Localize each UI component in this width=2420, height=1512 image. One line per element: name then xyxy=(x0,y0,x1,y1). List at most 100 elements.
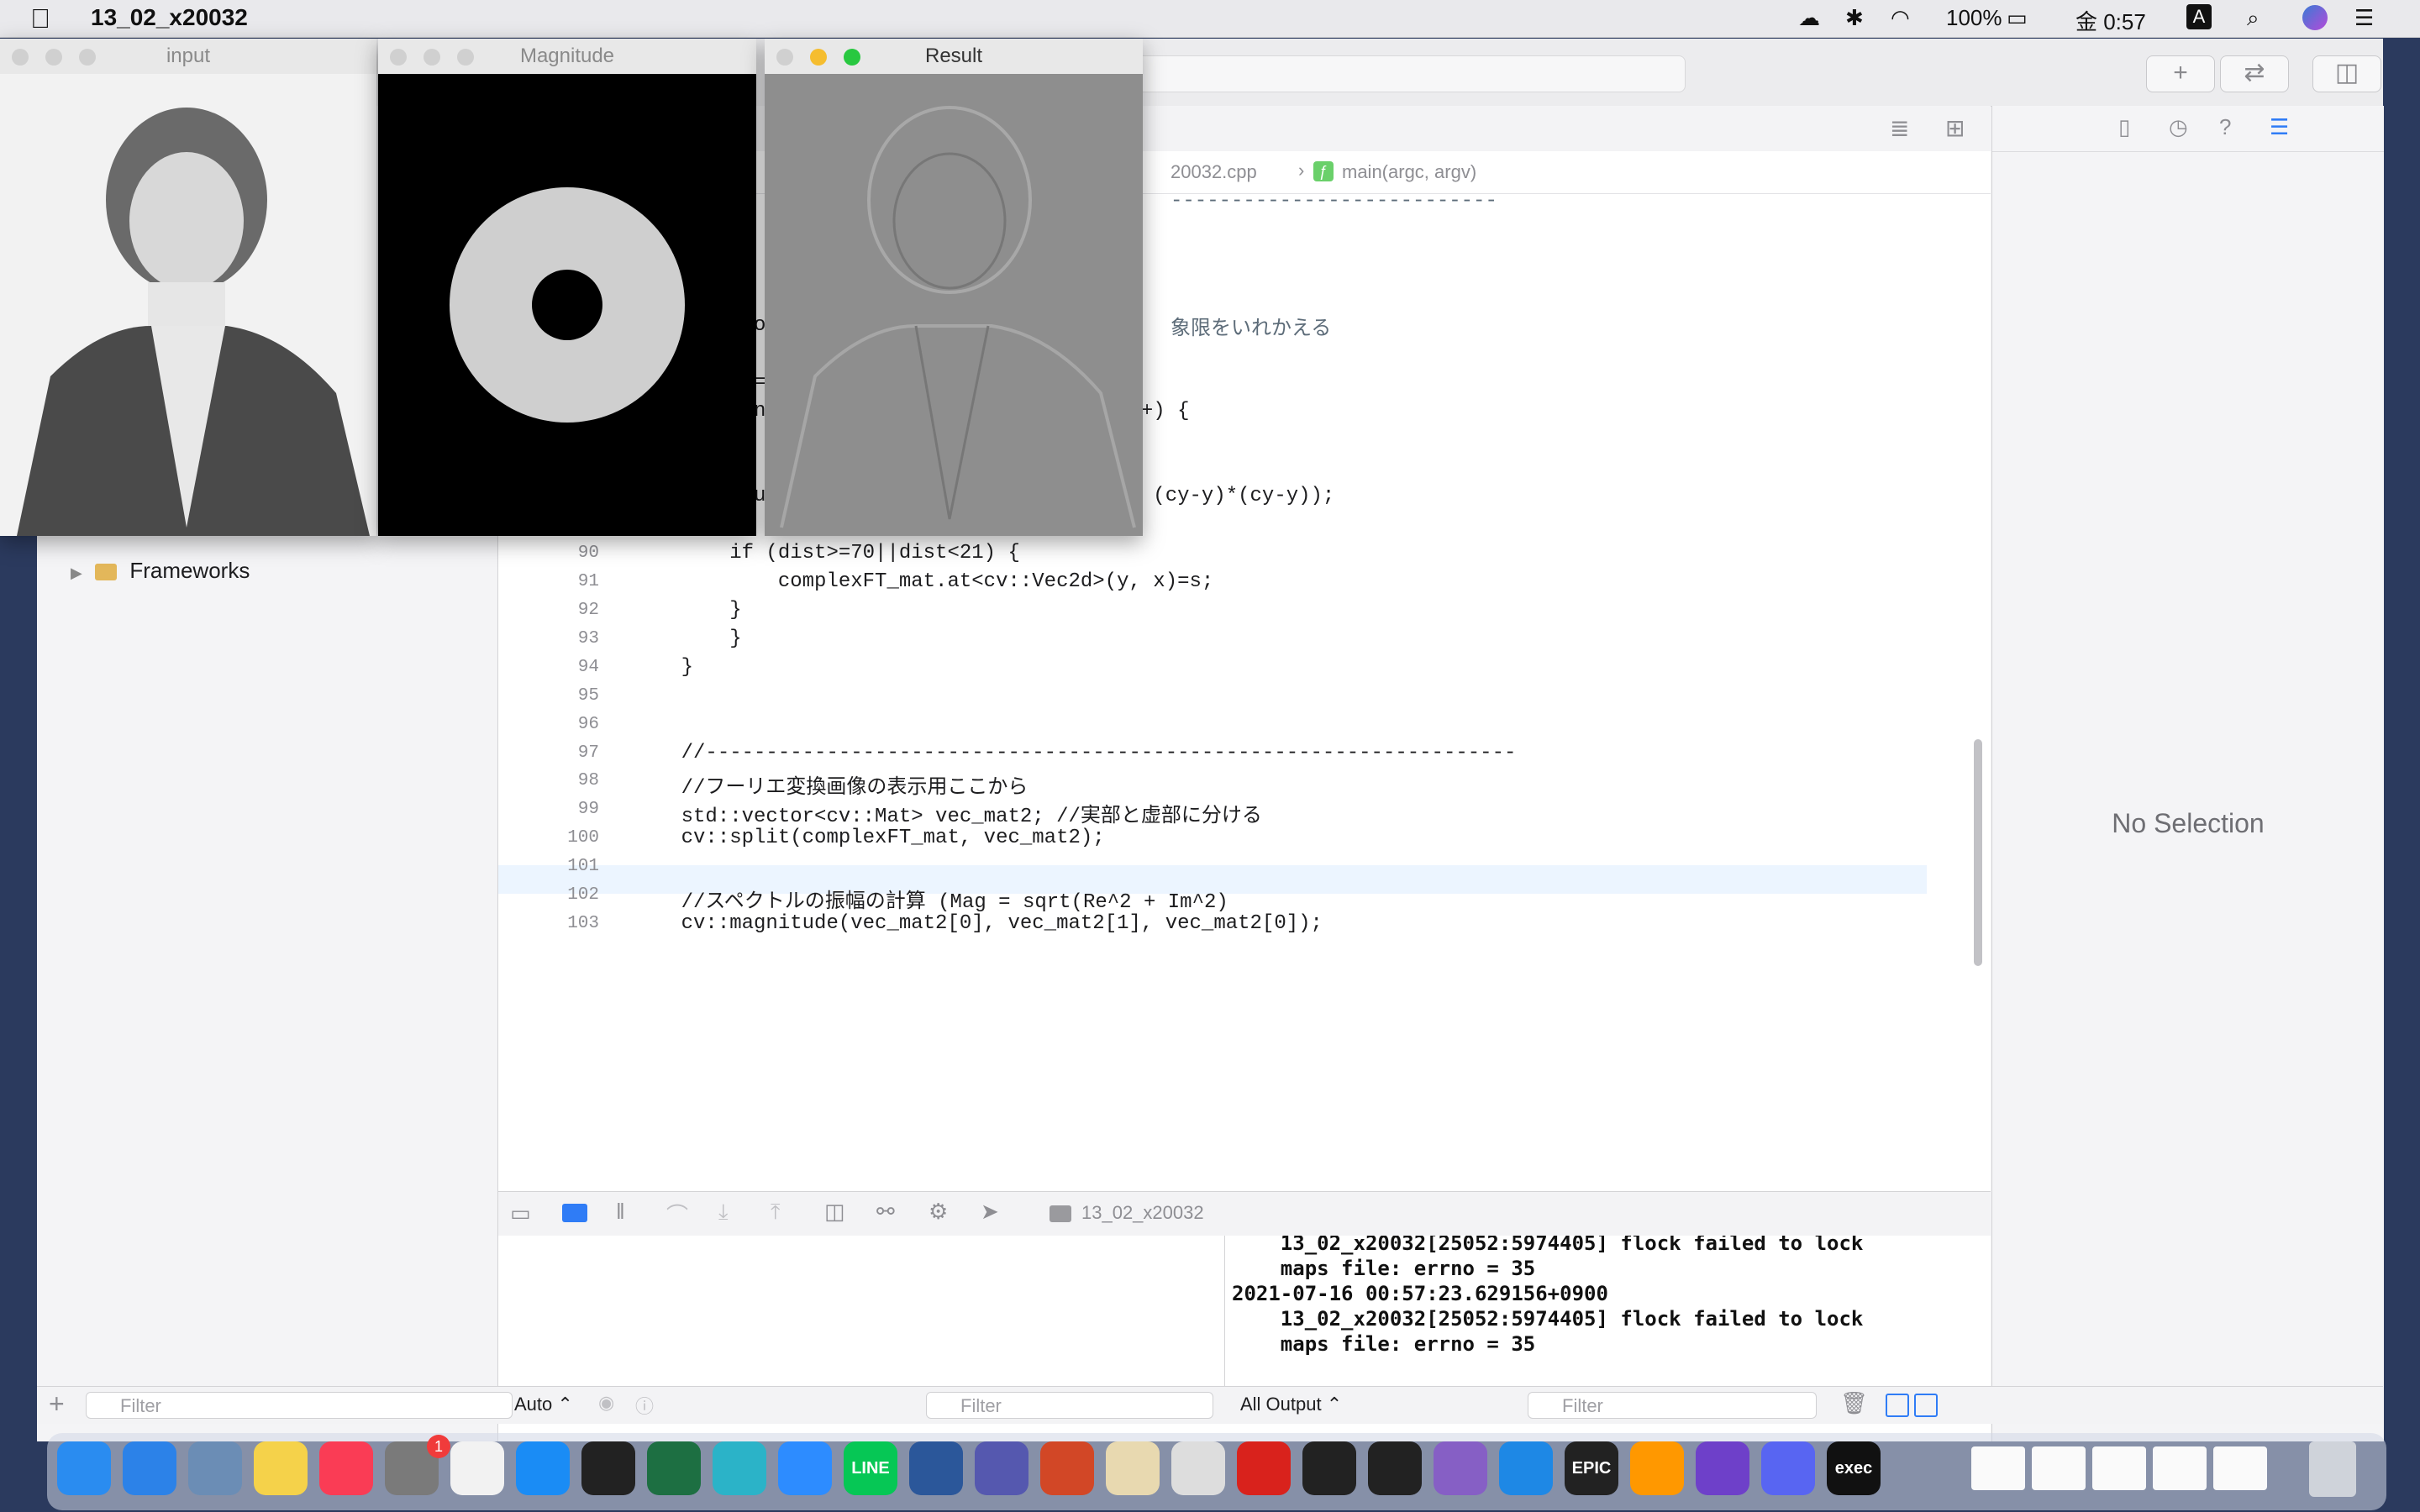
siri-icon[interactable] xyxy=(2302,5,2328,30)
memory-graph-icon[interactable]: ⚯ xyxy=(876,1199,895,1225)
cv-window-input[interactable]: input xyxy=(0,39,376,536)
dock-icon-teams[interactable] xyxy=(975,1441,1028,1495)
environment-overrides-icon[interactable]: ⚙ xyxy=(929,1199,948,1225)
dock-icon-xcode[interactable] xyxy=(516,1441,570,1495)
variables-filter-field[interactable]: Filter xyxy=(926,1392,1213,1419)
window-titlebar[interactable]: input xyxy=(0,39,376,74)
minimize-button[interactable] xyxy=(45,49,62,66)
zoom-button[interactable] xyxy=(457,49,474,66)
minimized-window-thumbnail[interactable] xyxy=(1971,1446,2025,1490)
dock-icon-finder[interactable] xyxy=(57,1441,111,1495)
info-icon[interactable]: ⓘ xyxy=(635,1392,654,1419)
minimized-window-thumbnail[interactable] xyxy=(2092,1446,2146,1490)
minimized-window-thumbnail[interactable] xyxy=(2213,1446,2267,1490)
editor-scrollbar[interactable] xyxy=(1974,739,1982,966)
control-center-icon[interactable]: ☰ xyxy=(2354,5,2374,31)
dock-icon-script-editor[interactable] xyxy=(1106,1441,1160,1495)
auto-variables-dropdown[interactable]: Auto ⌃ xyxy=(514,1394,573,1415)
console-view[interactable]: 13_02_x20032[25052:5974405] flock failed… xyxy=(1225,1236,1991,1404)
disclosure-triangle-icon[interactable]: ▶ xyxy=(71,564,82,581)
window-titlebar[interactable]: Magnitude xyxy=(378,39,756,74)
dock-icon-exec[interactable]: exec xyxy=(1827,1441,1881,1495)
breakpoints-icon[interactable] xyxy=(562,1204,587,1222)
variables-view[interactable] xyxy=(498,1236,1225,1404)
dock-icon-safari[interactable] xyxy=(123,1441,176,1495)
console-filter-field[interactable]: Filter xyxy=(1528,1392,1817,1419)
dock-icon-excel[interactable] xyxy=(647,1441,701,1495)
cv-window-result[interactable]: Result xyxy=(765,39,1143,536)
step-over-icon[interactable]: ⌒ xyxy=(666,1199,688,1230)
app-name-menu[interactable]: 13_02_x20032 xyxy=(91,4,248,31)
zoom-button[interactable] xyxy=(844,49,860,66)
step-out-icon[interactable]: ⤒ xyxy=(771,1199,781,1226)
split-editor-icon[interactable]: ⊞ xyxy=(1945,114,1965,142)
minimized-window-thumbnail[interactable] xyxy=(2153,1446,2207,1490)
editor-options-icon[interactable]: ≣ xyxy=(1890,114,1909,142)
history-inspector-icon[interactable]: ◷ xyxy=(2169,114,2188,140)
dock-icon-zoom[interactable] xyxy=(778,1441,832,1495)
eye-icon[interactable]: ◉ xyxy=(598,1392,614,1414)
dock-icon-word[interactable] xyxy=(909,1441,963,1495)
debug-target-name[interactable]: 13_02_x20032 xyxy=(1081,1202,1204,1224)
dock-icon-chrome[interactable] xyxy=(450,1441,504,1495)
file-inspector-icon[interactable]: ▯ xyxy=(2118,114,2130,140)
dock-icon-discord[interactable] xyxy=(1761,1441,1815,1495)
pause-icon[interactable]: ‖ xyxy=(616,1199,625,1225)
dock-icon-github-desktop[interactable] xyxy=(1696,1441,1749,1495)
trash-icon[interactable] xyxy=(2309,1441,2356,1497)
battery-percentage[interactable]: 100% xyxy=(1946,5,2002,31)
jump-bar-file[interactable]: 20032.cpp xyxy=(1171,161,1257,183)
console-output: 13_02_x20032[25052:5974405] flock failed… xyxy=(1232,1236,1864,1356)
step-into-icon[interactable]: ⤓ xyxy=(718,1199,729,1226)
dock-icon-sublime-text[interactable] xyxy=(1630,1441,1684,1495)
navigator-item-frameworks[interactable]: ▶ Frameworks xyxy=(71,558,250,584)
spotlight-search-icon[interactable]: ⌕ xyxy=(2247,5,2260,32)
dock-icon-vs-code[interactable] xyxy=(1499,1441,1553,1495)
creative-cloud-icon[interactable]: ☁ xyxy=(1798,5,1820,31)
jump-bar-symbol[interactable]: main(argc, argv) xyxy=(1342,161,1476,183)
all-output-dropdown[interactable]: All Output ⌃ xyxy=(1240,1394,1342,1415)
dock-icon-notes[interactable] xyxy=(254,1441,308,1495)
location-icon[interactable]: ➤ xyxy=(981,1199,999,1225)
filtered-result-image xyxy=(765,74,1143,536)
minimized-window-thumbnail[interactable] xyxy=(2032,1446,2086,1490)
minimize-button[interactable] xyxy=(810,49,827,66)
show-console-icon[interactable] xyxy=(1914,1394,1938,1417)
notification-icon[interactable]: ✱ xyxy=(1845,5,1864,31)
dock-icon-acrobat[interactable] xyxy=(1237,1441,1291,1495)
minimize-button[interactable] xyxy=(424,49,440,66)
code-review-button[interactable]: ⇄ xyxy=(2220,55,2289,92)
input-source-indicator[interactable]: A xyxy=(2186,4,2212,29)
show-variables-icon[interactable] xyxy=(1886,1394,1909,1417)
window-titlebar[interactable]: Result xyxy=(765,39,1143,74)
wifi-icon[interactable]: ◠ xyxy=(1891,5,1910,31)
add-file-button[interactable]: + xyxy=(49,1389,65,1420)
dock-icon-unity-hub[interactable] xyxy=(1302,1441,1356,1495)
cv-window-magnitude[interactable]: Magnitude xyxy=(378,39,756,536)
dock-icon-unity[interactable] xyxy=(1171,1441,1225,1495)
trash-icon[interactable]: 🗑 xyxy=(1840,1390,1868,1416)
close-button[interactable] xyxy=(390,49,407,66)
navigator-filter-field[interactable]: Filter xyxy=(86,1392,513,1419)
close-button[interactable] xyxy=(12,49,29,66)
zoom-button[interactable] xyxy=(79,49,96,66)
dock-icon-epic-games[interactable]: EPIC xyxy=(1565,1441,1618,1495)
dock-icon-terminal[interactable] xyxy=(581,1441,635,1495)
clock[interactable]: 金 0:57 xyxy=(2075,5,2146,36)
apple-menu-icon[interactable]:  xyxy=(30,3,50,34)
view-hierarchy-icon[interactable]: ◫ xyxy=(824,1199,845,1225)
dock-icon-maya[interactable] xyxy=(713,1441,766,1495)
close-button[interactable] xyxy=(776,49,793,66)
dock-icon-visual-studio[interactable] xyxy=(1434,1441,1487,1495)
battery-icon[interactable]: ▭ xyxy=(2007,5,2028,31)
hide-debug-area-icon[interactable]: ▭ xyxy=(510,1200,531,1226)
dock-icon-preview[interactable] xyxy=(188,1441,242,1495)
quick-help-icon[interactable]: ? xyxy=(2219,114,2231,140)
library-add-button[interactable]: + xyxy=(2146,55,2215,92)
attributes-inspector-icon[interactable]: ☰ xyxy=(2270,114,2289,140)
dock-icon-unity[interactable] xyxy=(1368,1441,1422,1495)
dock-icon-music[interactable] xyxy=(319,1441,373,1495)
dock-icon-powerpoint[interactable] xyxy=(1040,1441,1094,1495)
dock-icon-line[interactable]: LINE xyxy=(844,1441,897,1495)
toggle-inspector-button[interactable]: ◫ xyxy=(2312,55,2381,92)
